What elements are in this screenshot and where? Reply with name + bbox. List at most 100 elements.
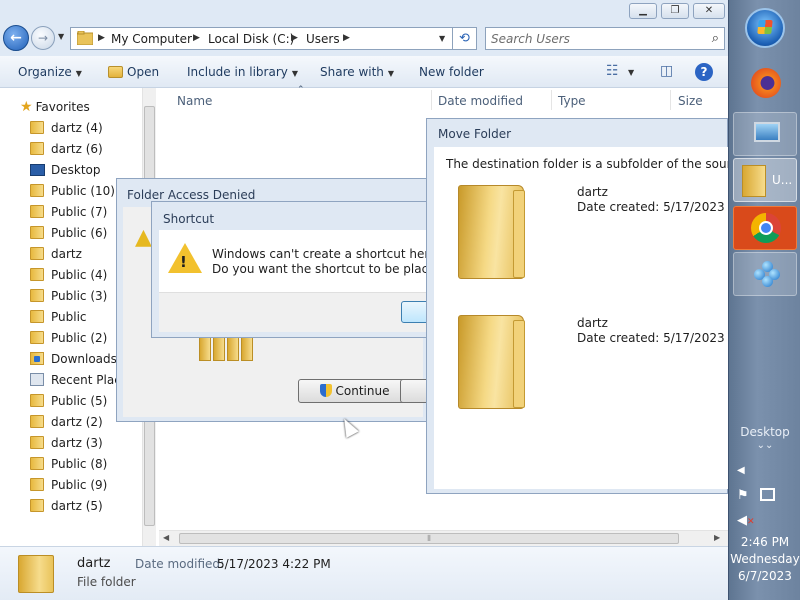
nav-favorites-label: Favorites — [35, 100, 90, 114]
nav-item-label: Public (10) — [51, 184, 115, 198]
maximize-button[interactable]: ❐ — [661, 3, 689, 19]
horizontal-scrollbar[interactable]: ◀ ⦀ ▶ — [159, 530, 728, 546]
folder-icon — [30, 457, 44, 470]
clock-date[interactable]: 6/7/2023 — [729, 569, 800, 583]
address-bar[interactable]: ▶ My Computer ▶ Local Disk (C:) ▶ Users … — [70, 27, 453, 50]
minimize-button[interactable]: ▁ — [629, 3, 657, 19]
taskbar-network-app[interactable] — [733, 252, 797, 296]
desktop-icon — [30, 164, 45, 176]
new-folder-button[interactable]: New folder — [419, 65, 484, 79]
nav-item-label: Public (7) — [51, 205, 108, 219]
refresh-icon[interactable]: ⟲ — [453, 27, 477, 50]
breadcrumb-separator-icon[interactable]: ▶ — [343, 33, 350, 43]
network-monitor-icon[interactable] — [760, 488, 775, 501]
nav-item[interactable]: Public — [30, 310, 87, 330]
include-in-library-menu[interactable]: Include in library ▼ — [187, 65, 298, 79]
preview-pane-icon[interactable]: ◫ — [660, 63, 673, 79]
column-size-header[interactable]: Size — [678, 94, 703, 108]
search-box[interactable]: ⌕ — [485, 27, 725, 50]
close-button[interactable]: ✕ — [693, 3, 725, 19]
details-type: File folder — [77, 575, 136, 589]
nav-item[interactable]: dartz (6) — [30, 142, 103, 162]
horizontal-scroll-thumb[interactable]: ⦀ — [179, 533, 679, 544]
title-bar: ▁ ❐ ✕ — [0, 0, 728, 22]
folder-icon — [30, 247, 44, 260]
folder-date: Date created: 5/17/2023 4:22 PM — [577, 200, 729, 214]
view-dropdown-icon[interactable]: ▼ — [628, 68, 634, 77]
column-divider[interactable] — [551, 90, 552, 110]
nav-favorites[interactable]: ★ Favorites — [20, 99, 90, 115]
action-center-flag-icon[interactable]: ⚑ — [737, 488, 749, 503]
nav-item[interactable]: Desktop — [30, 163, 101, 183]
open-button[interactable]: Open — [108, 65, 159, 79]
breadcrumb-local-disk[interactable]: Local Disk (C:) — [208, 32, 294, 46]
breadcrumb-separator-icon[interactable]: ▶ — [98, 33, 105, 43]
nav-item[interactable]: dartz (5) — [30, 499, 103, 519]
taskbar-chrome[interactable] — [733, 206, 797, 250]
folder-icon — [742, 165, 766, 197]
nav-item[interactable]: Public (7) — [30, 205, 107, 225]
show-desktop-label[interactable]: Desktop — [729, 425, 800, 439]
folder-icon — [30, 394, 44, 407]
folder-icon — [18, 555, 54, 593]
help-icon[interactable]: ? — [695, 63, 713, 81]
dialog-body: ! Windows can't create a shortcut here. … — [159, 230, 440, 292]
nav-item[interactable]: Public (3) — [30, 289, 107, 309]
computer-icon — [754, 122, 780, 142]
forward-button[interactable]: → — [31, 26, 55, 50]
chevron-down-icon[interactable]: ⌄⌄ — [729, 440, 800, 451]
dialog-message-line2: Do you want the shortcut to be placed on… — [212, 262, 429, 276]
taskbar-firefox[interactable] — [733, 62, 797, 106]
breadcrumb-my-computer[interactable]: My Computer — [111, 32, 192, 46]
nav-item[interactable]: Downloads — [30, 352, 117, 372]
start-button[interactable] — [745, 8, 785, 48]
organize-label: Organize — [18, 65, 72, 79]
nav-item[interactable]: Public (8) — [30, 457, 107, 477]
downloads-icon — [30, 352, 44, 365]
breadcrumb-separator-icon[interactable]: ▶ — [193, 33, 200, 43]
clock-day[interactable]: Wednesday — [729, 552, 800, 566]
scroll-left-icon[interactable]: ◀ — [163, 533, 169, 542]
nav-item[interactable]: Public (2) — [30, 331, 107, 351]
search-icon[interactable]: ⌕ — [712, 31, 719, 46]
organize-menu[interactable]: Organize ▼ — [18, 65, 82, 79]
back-button[interactable]: ← — [3, 25, 29, 51]
nav-item[interactable]: dartz — [30, 247, 82, 267]
taskbar: U... Desktop ⌄⌄ ◀ ⚑ ◀✕ 2:46 PM Wednesday… — [728, 0, 800, 600]
change-view-icon[interactable]: ☷ — [606, 63, 619, 79]
nav-item[interactable]: Public (4) — [30, 268, 107, 288]
network-icon — [754, 261, 780, 287]
taskbar-explorer-label: U... — [772, 173, 793, 187]
column-date-header[interactable]: Date modified — [438, 94, 523, 108]
address-dropdown-icon[interactable]: ▼ — [439, 34, 445, 43]
column-divider[interactable] — [431, 90, 432, 110]
breadcrumb-users[interactable]: Users — [306, 32, 340, 46]
folder-icon — [458, 315, 525, 409]
nav-item[interactable]: dartz (4) — [30, 121, 103, 141]
column-divider[interactable] — [670, 90, 671, 110]
breadcrumb-separator-icon[interactable]: ▶ — [291, 33, 298, 43]
taskbar-explorer[interactable]: U... — [733, 158, 797, 202]
clock-time[interactable]: 2:46 PM — [729, 535, 800, 549]
nav-item[interactable]: Public (9) — [30, 478, 107, 498]
open-folder-icon — [108, 66, 123, 78]
scroll-right-icon[interactable]: ▶ — [714, 533, 720, 542]
volume-muted-icon[interactable]: ◀✕ — [737, 513, 755, 528]
search-input[interactable] — [491, 30, 701, 47]
nav-item-label: Public (8) — [51, 457, 108, 471]
share-with-menu[interactable]: Share with ▼ — [320, 65, 394, 79]
dialog-title: Move Folder — [438, 127, 512, 141]
column-type-header[interactable]: Type — [558, 94, 586, 108]
details-modified-label: Date modified: — [135, 557, 225, 571]
nav-item[interactable]: dartz (2) — [30, 415, 103, 435]
nav-item[interactable]: Public (6) — [30, 226, 107, 246]
recent-pages-dropdown-icon[interactable]: ▼ — [58, 32, 64, 41]
sort-ascending-icon: ⌃ — [297, 85, 305, 95]
nav-item[interactable]: dartz (3) — [30, 436, 103, 456]
nav-item[interactable]: Public (10) — [30, 184, 115, 204]
column-name-header[interactable]: Name — [177, 94, 212, 108]
taskbar-computer[interactable] — [733, 112, 797, 156]
continue-button[interactable]: Continue — [298, 379, 411, 403]
tray-expand-icon[interactable]: ◀ — [737, 465, 745, 476]
nav-item[interactable]: Public (5) — [30, 394, 107, 414]
